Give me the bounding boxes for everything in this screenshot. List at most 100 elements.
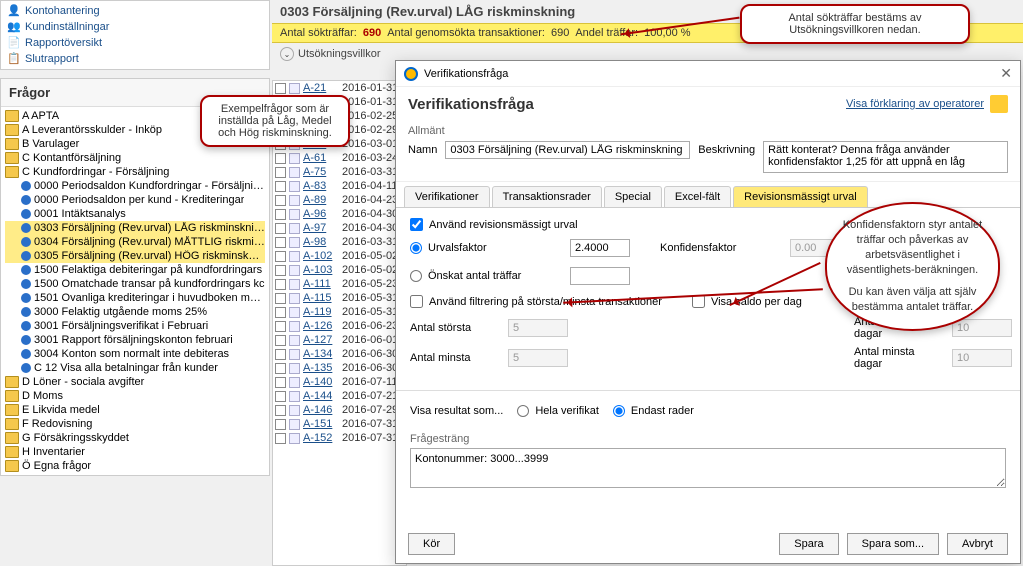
checkbox-icon[interactable] [275, 377, 286, 388]
transaction-id[interactable]: A-115 [303, 292, 339, 304]
tree-folder[interactable]: C Kontantförsäljning [5, 151, 265, 165]
checkbox-icon[interactable] [275, 223, 286, 234]
onskat-radio[interactable] [410, 270, 422, 282]
transaction-id[interactable]: A-111 [303, 278, 339, 290]
urvalsfaktor-radio[interactable] [410, 242, 422, 254]
wizard-icon[interactable] [990, 95, 1008, 113]
transaction-id[interactable]: A-151 [303, 418, 339, 430]
transaction-row[interactable]: A-1352016-06-30 [273, 361, 406, 375]
tree-item[interactable]: 3001 Rapport försäljningskonton februari [5, 333, 265, 347]
transaction-id[interactable]: A-140 [303, 376, 339, 388]
endast-rader-radio[interactable] [613, 405, 625, 417]
name-input[interactable] [445, 141, 690, 159]
onskat-input[interactable] [570, 267, 630, 285]
transaction-id[interactable]: A-75 [303, 166, 339, 178]
tree-folder[interactable]: F Redovisning [5, 417, 265, 431]
description-input[interactable]: Rätt konterat? Denna fråga använder konf… [763, 141, 1008, 173]
transaction-row[interactable]: A-1342016-06-30 [273, 347, 406, 361]
checkbox-icon[interactable] [275, 335, 286, 346]
transaction-id[interactable]: A-103 [303, 264, 339, 276]
checkbox-icon[interactable] [275, 209, 286, 220]
tab[interactable]: Transaktionsrader [492, 186, 602, 207]
tree-item[interactable]: 1501 Ovanliga krediteringar i huvudboken… [5, 291, 265, 305]
checkbox-icon[interactable] [275, 167, 286, 178]
tree-folder[interactable]: H Inventarier [5, 445, 265, 459]
urvalsfaktor-radio-row[interactable]: Urvalsfaktor [410, 242, 560, 254]
transaction-row[interactable]: A-1152016-05-31 [273, 291, 406, 305]
tree-item[interactable]: 0000 Periodsaldon Kundfordringar - Försä… [5, 179, 265, 193]
nav-account[interactable]: 👤Kontohantering [3, 3, 267, 19]
checkbox-icon[interactable] [275, 307, 286, 318]
transaction-id[interactable]: A-135 [303, 362, 339, 374]
hela-verifikat-radio[interactable] [517, 405, 529, 417]
transaction-row[interactable]: A-1272016-06-01 [273, 333, 406, 347]
tree-item[interactable]: C 12 Visa alla betalningar från kunder [5, 361, 265, 375]
tree-folder[interactable]: C Kundfordringar - Försäljning [5, 165, 265, 179]
transaction-row[interactable]: A-972016-04-30 [273, 221, 406, 235]
tab[interactable]: Special [604, 186, 662, 207]
transaction-row[interactable]: A-1112016-05-23 [273, 277, 406, 291]
checkbox-icon[interactable] [275, 405, 286, 416]
checkbox-icon[interactable] [275, 363, 286, 374]
use-filter-row[interactable]: Använd filtrering på största/minsta tran… [410, 295, 662, 308]
tree-folder[interactable]: D Löner - sociala avgifter [5, 375, 265, 389]
checkbox-icon[interactable] [275, 391, 286, 402]
tree-folder[interactable]: Ö Egna frågor [5, 459, 265, 473]
checkbox-icon[interactable] [275, 293, 286, 304]
transaction-row[interactable]: A-752016-03-31 [273, 165, 406, 179]
transaction-id[interactable]: A-102 [303, 250, 339, 262]
transaction-row[interactable]: A-1402016-07-11 [273, 375, 406, 389]
transaction-id[interactable]: A-96 [303, 208, 339, 220]
transaction-id[interactable]: A-144 [303, 390, 339, 402]
checkbox-icon[interactable] [275, 349, 286, 360]
tree-item[interactable]: 3004 Konton som normalt inte debiteras [5, 347, 265, 361]
fragestrang-input[interactable]: Kontonummer: 3000...3999 [410, 448, 1006, 488]
transaction-id[interactable]: A-126 [303, 320, 339, 332]
checkbox-icon[interactable] [275, 251, 286, 262]
transaction-id[interactable]: A-146 [303, 404, 339, 416]
tab[interactable]: Revisionsmässigt urval [733, 186, 867, 207]
checkbox-icon[interactable] [275, 195, 286, 206]
checkbox-icon[interactable] [275, 321, 286, 332]
show-operator-explanation-link[interactable]: Visa förklaring av operatorer [846, 98, 984, 110]
transaction-row[interactable]: A-1022016-05-02 [273, 249, 406, 263]
hela-verifikat-row[interactable]: Hela verifikat [517, 405, 599, 417]
tree-item[interactable]: 0304 Försäljning (Rev.urval) MÅTTLIG ris… [5, 235, 265, 249]
transaction-id[interactable]: A-127 [303, 334, 339, 346]
urvalsfaktor-input[interactable] [570, 239, 630, 257]
tree-item[interactable]: 0000 Periodsaldon per kund - Kreditering… [5, 193, 265, 207]
tree-folder[interactable]: D Moms [5, 389, 265, 403]
tab[interactable]: Excel-fält [664, 186, 731, 207]
nav-final-report[interactable]: 📋Slutrapport [3, 51, 267, 67]
tree-item[interactable]: 0001 Intäktsanalys [5, 207, 265, 221]
transaction-row[interactable]: A-892016-04-23 [273, 193, 406, 207]
tree-item[interactable]: 3001 Försäljningsverifikat i Februari [5, 319, 265, 333]
transaction-row[interactable]: A-612016-03-24 [273, 151, 406, 165]
transaction-row[interactable]: A-1262016-06-23 [273, 319, 406, 333]
cancel-button[interactable]: Avbryt [947, 533, 1008, 555]
transaction-row[interactable]: A-1442016-07-21 [273, 389, 406, 403]
transaction-id[interactable]: A-119 [303, 306, 339, 318]
tree-folder[interactable]: G Försäkringsskyddet [5, 431, 265, 445]
transaction-id[interactable]: A-97 [303, 222, 339, 234]
nav-user-settings[interactable]: 👥Kundinställningar [3, 19, 267, 35]
transaction-row[interactable]: A-1522016-07-31 [273, 431, 406, 445]
endast-rader-row[interactable]: Endast rader [613, 405, 694, 417]
transaction-row[interactable]: A-832016-04-11 [273, 179, 406, 193]
tree-item[interactable]: 0303 Försäljning (Rev.urval) LÅG riskmin… [5, 221, 265, 235]
transaction-id[interactable]: A-89 [303, 194, 339, 206]
checkbox-icon[interactable] [275, 279, 286, 290]
save-button[interactable]: Spara [779, 533, 838, 555]
tree-item[interactable]: 3000 Felaktig utgående moms 25% [5, 305, 265, 319]
transaction-id[interactable]: A-152 [303, 432, 339, 444]
transaction-row[interactable]: A-1192016-05-31 [273, 305, 406, 319]
close-icon[interactable]: ✕ [1000, 65, 1012, 82]
transaction-row[interactable]: A-962016-04-30 [273, 207, 406, 221]
transaction-row[interactable]: A-982016-03-31 [273, 235, 406, 249]
transaction-id[interactable]: A-61 [303, 152, 339, 164]
checkbox-icon[interactable] [275, 153, 286, 164]
transaction-row[interactable]: A-1462016-07-29 [273, 403, 406, 417]
transaction-id[interactable]: A-98 [303, 236, 339, 248]
checkbox-icon[interactable] [275, 237, 286, 248]
tree-item[interactable]: 1500 Felaktiga debiteringar på kundfordr… [5, 263, 265, 277]
